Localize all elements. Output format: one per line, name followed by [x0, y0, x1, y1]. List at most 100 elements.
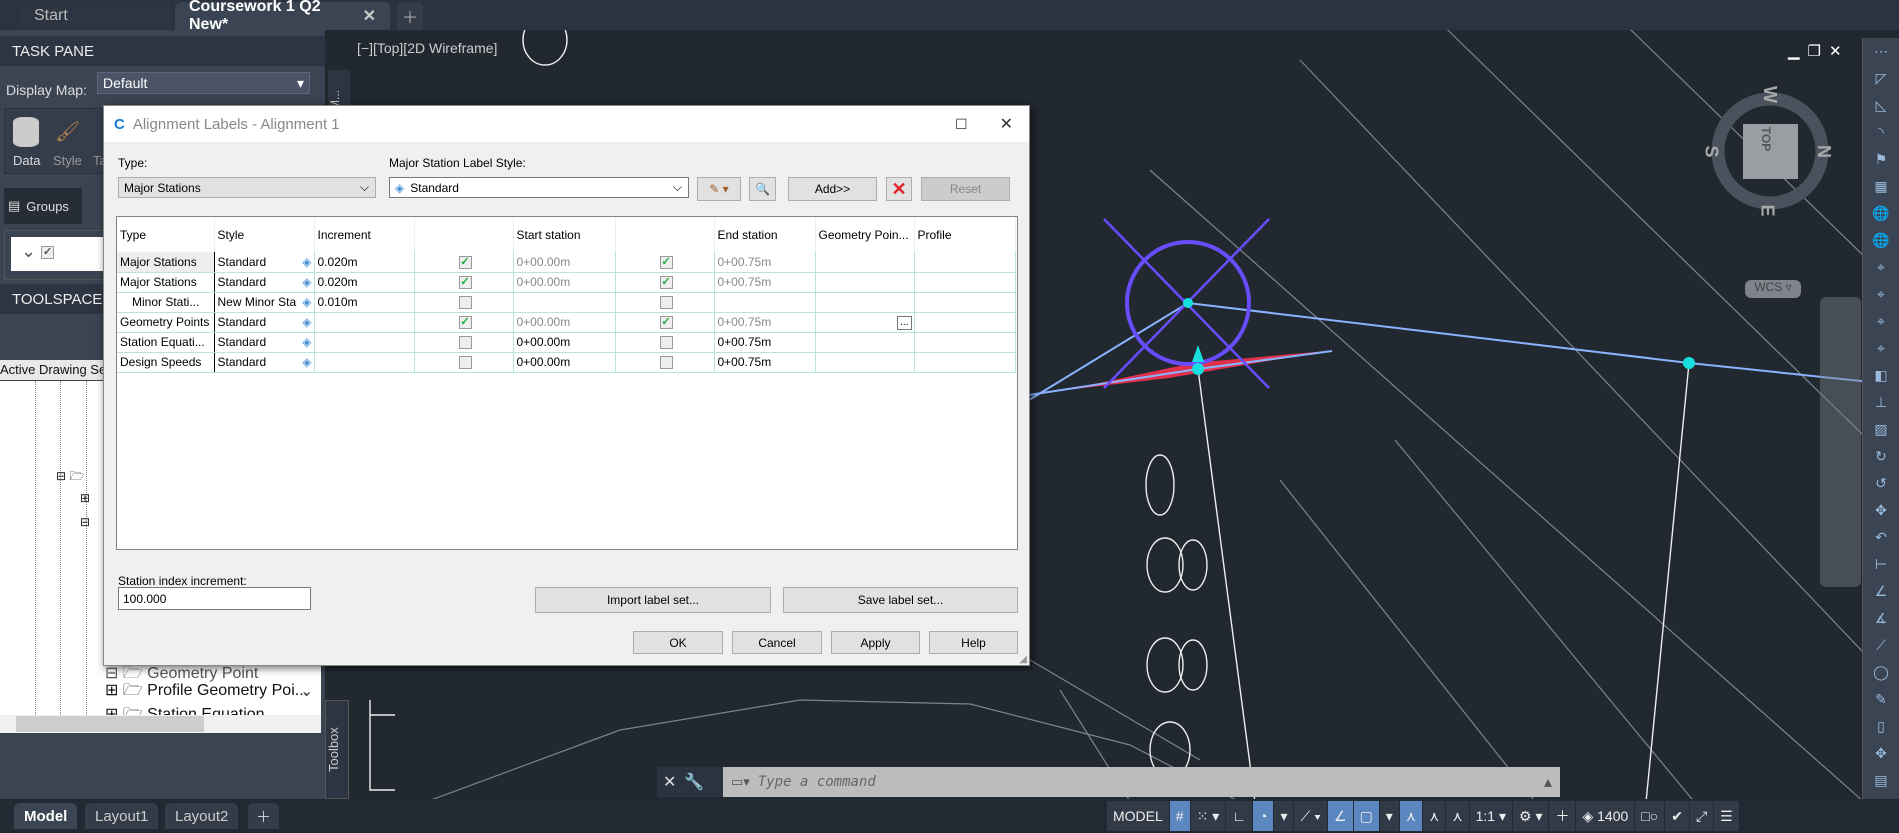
layout-grid-icon[interactable]: ▦ [1863, 173, 1899, 200]
cell-geometry-points[interactable] [815, 272, 915, 293]
end-checkbox[interactable] [659, 336, 673, 350]
expand-icon[interactable]: ⊞ [80, 491, 90, 505]
viewcube-east[interactable]: E [1757, 204, 1778, 216]
move-icon[interactable]: ✥ [1863, 740, 1899, 767]
style-tool-label[interactable]: Style [53, 153, 82, 168]
ortho-icon[interactable]: ∟ [1226, 801, 1252, 831]
tab-coursework[interactable]: Coursework 1 Q2 New* ✕ [175, 0, 390, 33]
gear-icon[interactable]: ⚙ ▾ [1513, 801, 1549, 831]
cell-geometry-points[interactable] [815, 352, 915, 373]
display-map-dropdown[interactable]: Default ▾ [97, 72, 310, 94]
cell-profile[interactable] [914, 352, 1016, 373]
table-row[interactable]: Minor Stati... New Minor Sta ◈ 0.010m [117, 292, 1016, 313]
viewcube-south[interactable]: S [1701, 145, 1722, 157]
cell-increment[interactable]: 0.010m [314, 292, 415, 313]
flag-icon[interactable]: ⚑ [1863, 146, 1899, 173]
snap-icon[interactable]: ⌖ [1863, 335, 1899, 362]
hatch-icon[interactable]: ▨ [1863, 416, 1899, 443]
tab-start[interactable]: Start [20, 2, 170, 30]
start-checkbox[interactable] [458, 336, 472, 350]
table-row[interactable]: Major Stations Standard ◈ 0.020m ✓ 0+00.00m ✓ 0… [117, 252, 1016, 273]
ucs-dropdown[interactable]: WCS ▿ [1745, 280, 1801, 298]
checkbox[interactable]: ✓ [41, 245, 55, 259]
cell-style[interactable]: Standard ◈ [214, 252, 315, 273]
cell-end-station[interactable] [714, 292, 816, 313]
rotate-icon[interactable]: ↺ [1863, 470, 1899, 497]
cell-end-station[interactable]: 0+00.75m [714, 332, 816, 353]
cell-type[interactable]: Design Speeds [117, 352, 215, 373]
cell-start-check[interactable] [414, 292, 514, 313]
circle-icon[interactable]: ◯ [1863, 659, 1899, 686]
cell-end-check[interactable]: ✓ [615, 252, 715, 273]
tree-item[interactable]: ⊞ 🗁 Station Equation [105, 703, 265, 715]
delete-button[interactable]: ✕ [886, 177, 912, 201]
table-row[interactable]: Design Speeds Standard ◈ 0+00.00m 0+00.75m [117, 352, 1016, 373]
command-history-icon[interactable]: ▭▾ [731, 774, 750, 790]
start-checkbox[interactable]: ✓ [458, 276, 472, 290]
cell-increment[interactable] [314, 312, 415, 333]
cell-start-check[interactable]: ✓ [414, 272, 514, 293]
undo-icon[interactable]: ↶ [1863, 524, 1899, 551]
cell-type[interactable]: Major Stations [117, 252, 215, 273]
end-checkbox[interactable] [659, 296, 673, 310]
viewcube-north[interactable]: N [1813, 145, 1834, 158]
label-style-icon[interactable]: ◈ [302, 255, 311, 269]
snap-icon[interactable]: ⁙ ▾ [1190, 801, 1226, 831]
col-style[interactable]: Style [214, 217, 315, 252]
polar-icon[interactable]: ◔ [1252, 801, 1274, 831]
menu-icon[interactable]: ☰ [1714, 801, 1739, 831]
style-dropdown[interactable]: ◈ Standard ⌵ [389, 177, 689, 198]
cell-style[interactable]: Standard ◈ [214, 272, 315, 293]
cell-type[interactable]: Minor Stati... [117, 292, 215, 313]
label-style-icon[interactable]: ◈ [302, 335, 311, 349]
label-style-icon[interactable]: ◈ [302, 355, 311, 369]
resize-grip-icon[interactable]: ◢ [1019, 654, 1027, 665]
add-layout-button[interactable]: ＋ [248, 803, 280, 829]
point-label-icon[interactable]: ⌖ [1863, 281, 1899, 308]
line-icon[interactable]: ⟋ [1863, 632, 1899, 659]
viewport-icon[interactable]: ◸ [1863, 65, 1899, 92]
type-dropdown[interactable]: Major Stations ⌵ [118, 177, 376, 198]
close-icon[interactable]: ✕ [663, 772, 676, 792]
close-tab-icon[interactable]: ✕ [363, 6, 376, 26]
col-start-check[interactable] [414, 217, 514, 252]
angle-icon[interactable]: ∠ [1863, 578, 1899, 605]
table-row[interactable]: Geometry Points Standard ◈ ✓ 0+00.00m ✓ 0+00.7… [117, 312, 1016, 333]
viewcube-west[interactable]: W [1759, 86, 1780, 103]
fullscreen-icon[interactable]: ⤢ [1689, 801, 1714, 831]
toolspace-title[interactable]: TOOLSPACE [0, 284, 110, 314]
station-index-input[interactable] [118, 587, 311, 610]
angle-icon[interactable]: ∡ [1863, 605, 1899, 632]
cell-end-station[interactable]: 0+00.75m [714, 272, 816, 293]
clip-icon[interactable]: ◝ [1863, 119, 1899, 146]
col-end-check[interactable] [615, 217, 715, 252]
globe-icon[interactable]: 🌐 [1863, 227, 1899, 254]
end-checkbox[interactable]: ✓ [659, 316, 673, 330]
edit-style-button[interactable]: ✎ ▾ [697, 177, 741, 201]
dimension-icon[interactable]: ⊢ [1863, 551, 1899, 578]
cell-start-check[interactable]: ✓ [414, 312, 514, 333]
cell-start-station[interactable]: 0+00.00m [513, 312, 616, 333]
start-checkbox[interactable] [458, 356, 472, 370]
drag-handle-icon[interactable]: ⋯ [1863, 38, 1899, 65]
grid-icon[interactable]: # [1169, 801, 1190, 831]
end-checkbox[interactable]: ✓ [659, 255, 673, 269]
label-style-icon[interactable]: ◈ [302, 275, 311, 289]
cell-end-check[interactable] [615, 352, 715, 373]
cell-profile[interactable] [914, 312, 1016, 333]
close-icon[interactable]: ✕ [1000, 114, 1013, 134]
erase-icon[interactable]: ✎ [1863, 686, 1899, 713]
polar-dropdown-icon[interactable]: ▾ [1274, 801, 1294, 831]
cell-start-check[interactable] [414, 332, 514, 353]
cell-end-station[interactable]: 0+00.75m [714, 312, 816, 333]
cell-increment[interactable]: 0.020m [314, 252, 415, 273]
viewport-controls[interactable]: [−][Top][2D Wireframe] [357, 40, 497, 56]
isolate-objects-icon[interactable]: □○ [1635, 801, 1665, 831]
layout-tab-model[interactable]: Model [14, 803, 78, 829]
transparency-icon[interactable]: ◧ [1863, 362, 1899, 389]
col-start-station[interactable]: Start station [513, 217, 616, 252]
cell-end-station[interactable]: 0+00.75m [714, 352, 816, 373]
cell-type[interactable]: Station Equati... [117, 332, 215, 353]
cell-geometry-points[interactable] [815, 292, 915, 313]
col-geometry-points[interactable]: Geometry Poin... [815, 217, 915, 252]
